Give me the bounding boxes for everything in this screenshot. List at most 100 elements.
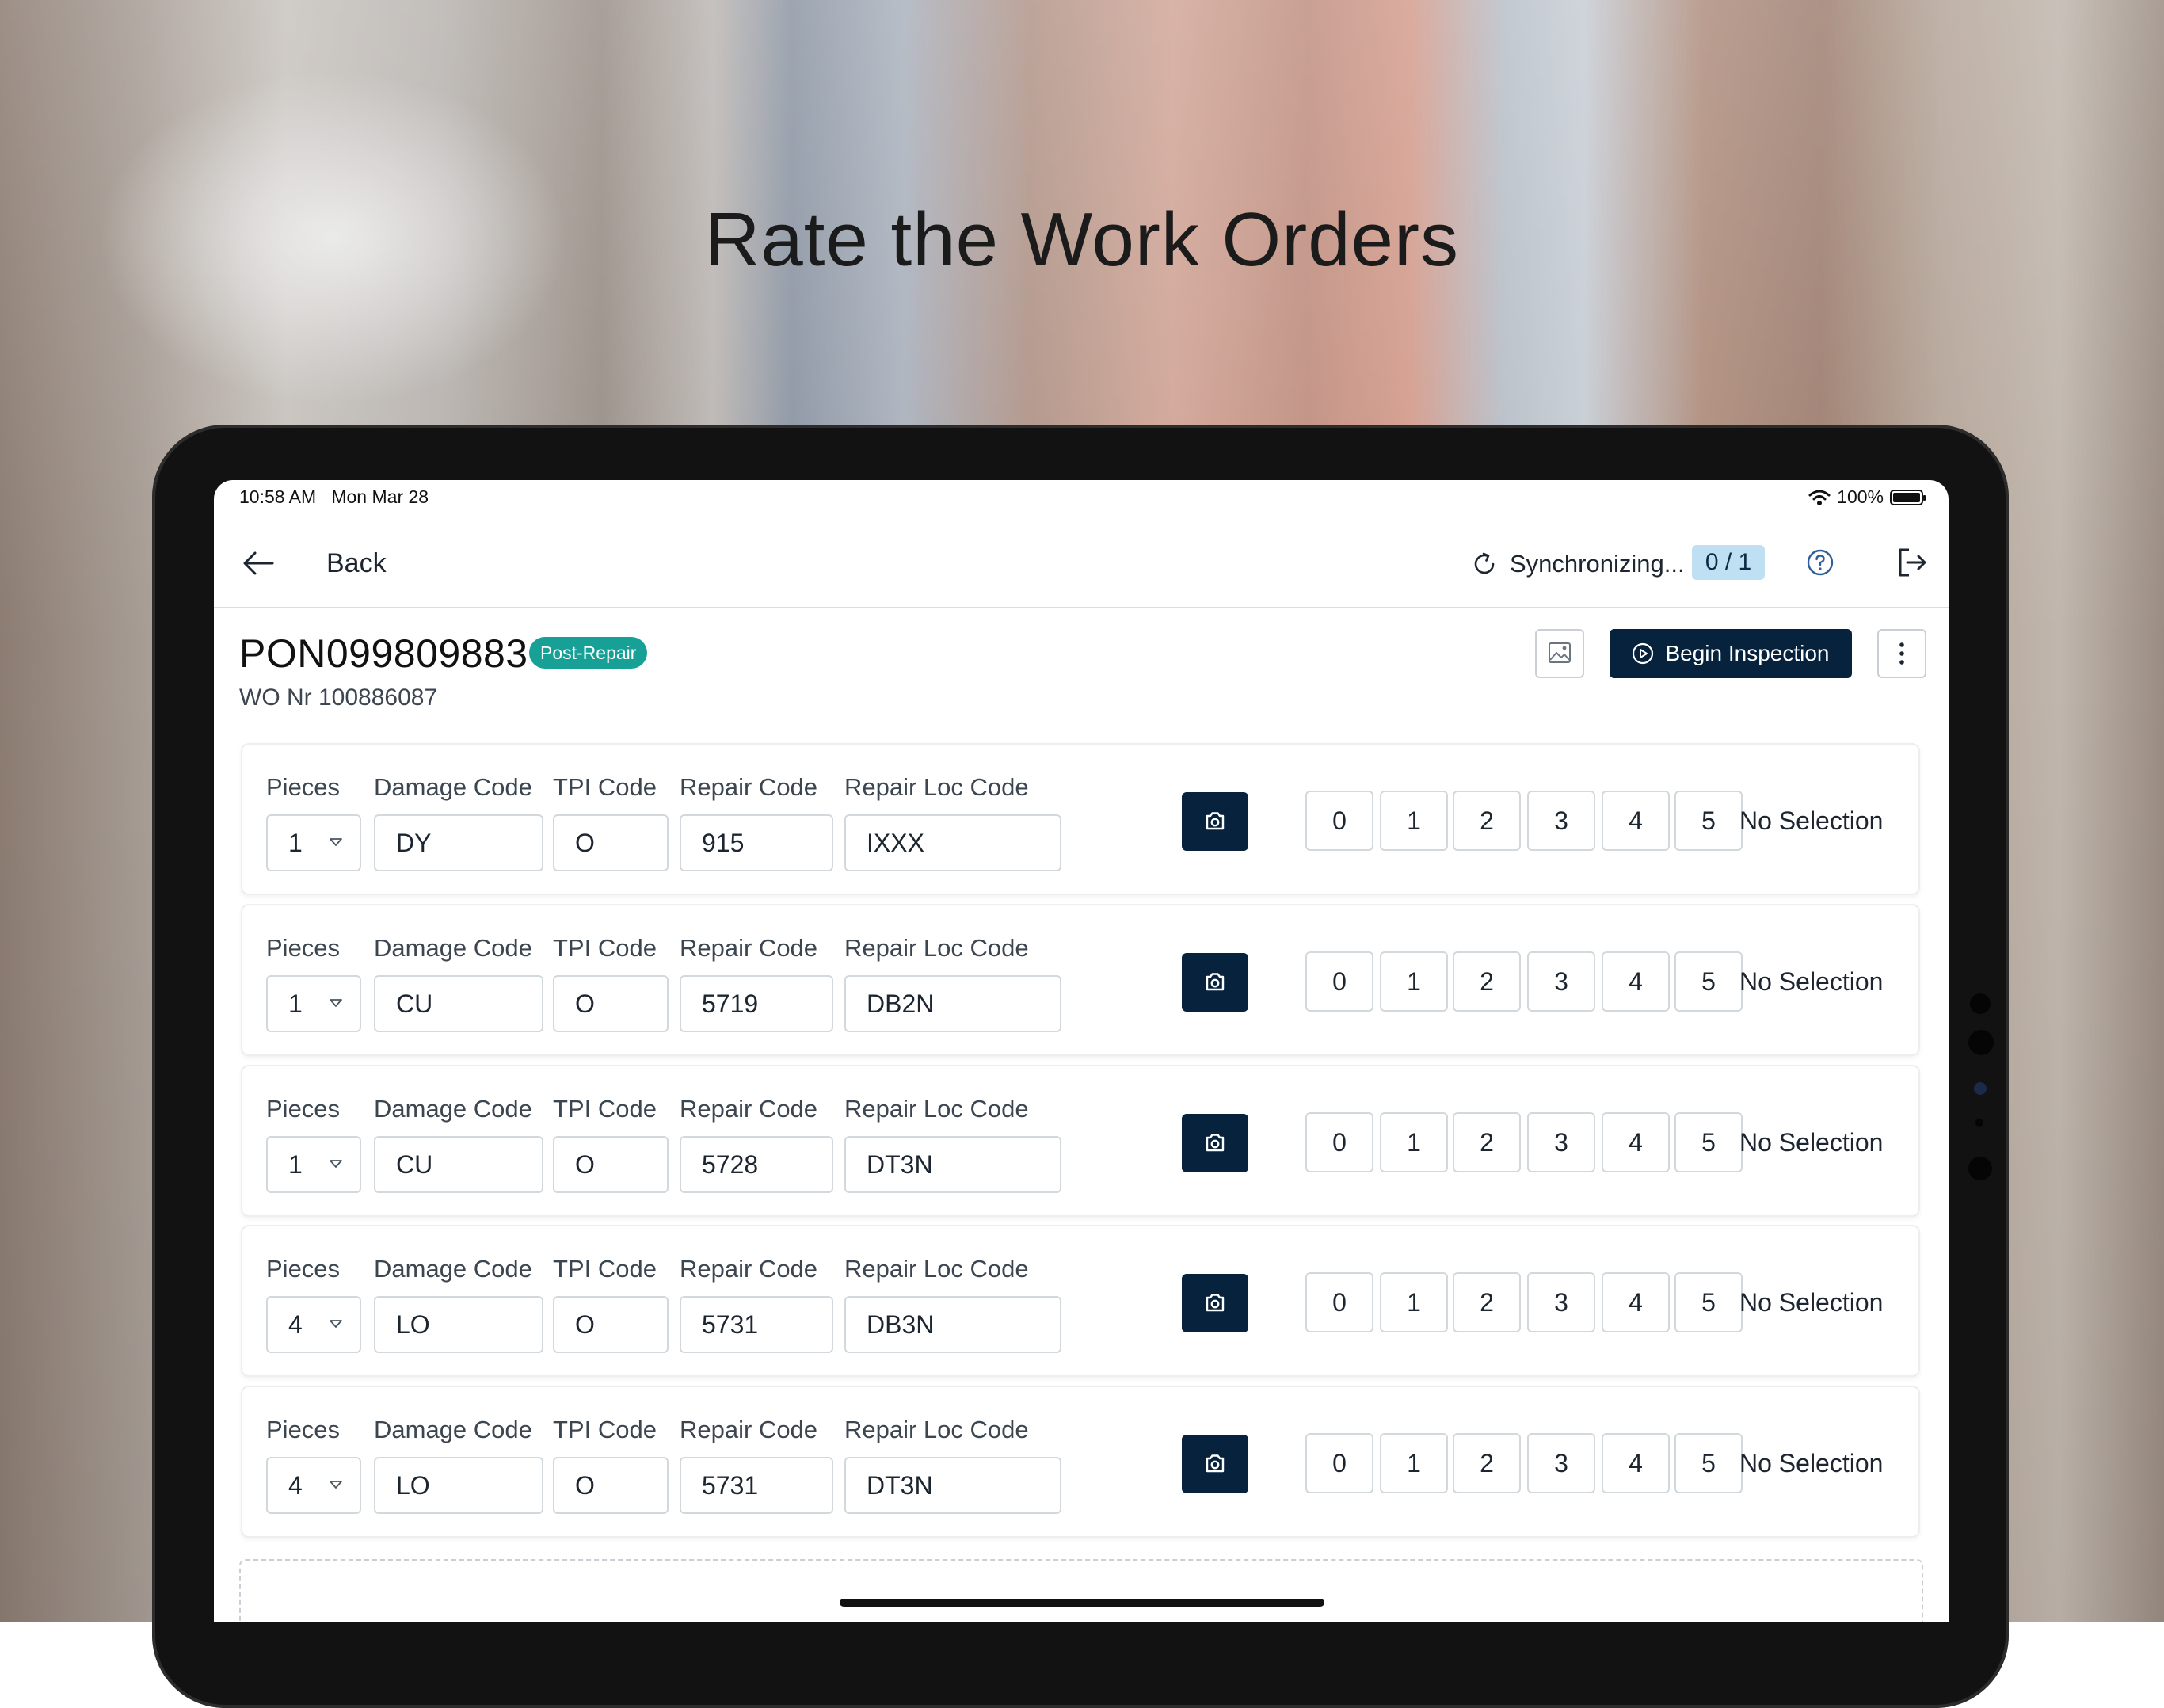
- tpi-code-label: TPI Code: [553, 934, 657, 962]
- repair-loc-code-field[interactable]: IXXX: [844, 814, 1061, 871]
- rating-option-2[interactable]: 2: [1453, 1433, 1521, 1493]
- repair-code-field[interactable]: 915: [680, 814, 833, 871]
- damage-code-field[interactable]: DY: [374, 814, 543, 871]
- damage-code-field[interactable]: CU: [374, 1136, 543, 1193]
- home-indicator[interactable]: [840, 1599, 1324, 1607]
- caret-down-icon: [330, 838, 342, 846]
- begin-inspection-button[interactable]: Begin Inspection: [1610, 629, 1852, 678]
- tpi-code-field[interactable]: O: [553, 1136, 669, 1193]
- status-date: Mon Mar 28: [331, 486, 429, 507]
- repair-loc-code-field[interactable]: DT3N: [844, 1136, 1061, 1193]
- rating-option-1[interactable]: 1: [1380, 951, 1448, 1012]
- tpi-code-label: TPI Code: [553, 1255, 657, 1283]
- damage-code-label: Damage Code: [374, 773, 532, 801]
- pieces-select[interactable]: 1: [266, 975, 361, 1032]
- rating-option-0[interactable]: 0: [1305, 1112, 1373, 1172]
- rating-option-2[interactable]: 2: [1453, 1112, 1521, 1172]
- side-sensor: [1970, 993, 1991, 1014]
- tpi-code-field[interactable]: O: [553, 1296, 669, 1353]
- repair-loc-code-field[interactable]: DT3N: [844, 1457, 1061, 1514]
- rating-option-1[interactable]: 1: [1380, 1433, 1448, 1493]
- sync-icon: [1474, 552, 1495, 574]
- repair-loc-code-label: Repair Loc Code: [844, 773, 1029, 801]
- tpi-code-field[interactable]: O: [553, 814, 669, 871]
- rating-selection-status: No Selection: [1739, 1288, 1884, 1317]
- camera-icon: [1206, 812, 1225, 830]
- rating-option-3[interactable]: 3: [1527, 1433, 1595, 1493]
- rating-option-4[interactable]: 4: [1602, 1112, 1670, 1172]
- rating-option-5[interactable]: 5: [1674, 791, 1743, 851]
- rating-selection-status: No Selection: [1739, 806, 1884, 835]
- rating-option-5[interactable]: 5: [1674, 1272, 1743, 1332]
- rating-option-2[interactable]: 2: [1453, 1272, 1521, 1332]
- damage-code-field[interactable]: LO: [374, 1457, 543, 1514]
- repair-loc-code-label: Repair Loc Code: [844, 934, 1029, 962]
- pieces-select[interactable]: 4: [266, 1296, 361, 1353]
- more-options-button[interactable]: [1877, 629, 1926, 678]
- pieces-select[interactable]: 4: [266, 1457, 361, 1514]
- caret-down-icon: [330, 1320, 342, 1328]
- camera-icon: [1206, 1454, 1225, 1473]
- repair-code-field[interactable]: 5728: [680, 1136, 833, 1193]
- back-arrow-icon[interactable]: [242, 550, 274, 577]
- camera-button[interactable]: [1182, 792, 1248, 851]
- logout-icon[interactable]: [1896, 547, 1928, 578]
- camera-button[interactable]: [1182, 953, 1248, 1012]
- play-circle-icon: [1633, 642, 1654, 665]
- rating-option-0[interactable]: 0: [1305, 791, 1373, 851]
- app-screen: 10:58 AM Mon Mar 28 100% Back Synchroniz…: [214, 480, 1949, 1622]
- rating-option-5[interactable]: 5: [1674, 951, 1743, 1012]
- rating-option-4[interactable]: 4: [1602, 1433, 1670, 1493]
- rating-option-4[interactable]: 4: [1602, 791, 1670, 851]
- add-row-area[interactable]: [239, 1559, 1923, 1622]
- camera-button[interactable]: [1182, 1274, 1248, 1332]
- rating-option-1[interactable]: 1: [1380, 1112, 1448, 1172]
- rating-option-3[interactable]: 3: [1527, 1272, 1595, 1332]
- repair-loc-code-field[interactable]: DB2N: [844, 975, 1061, 1032]
- repair-loc-code-label: Repair Loc Code: [844, 1095, 1029, 1123]
- rating-option-2[interactable]: 2: [1453, 791, 1521, 851]
- damage-code-field[interactable]: LO: [374, 1296, 543, 1353]
- marketing-headline: Rate the Work Orders: [705, 197, 1459, 282]
- damage-code-label: Damage Code: [374, 934, 532, 962]
- rating-option-5[interactable]: 5: [1674, 1112, 1743, 1172]
- rating-option-4[interactable]: 4: [1602, 1272, 1670, 1332]
- rating-option-0[interactable]: 0: [1305, 1272, 1373, 1332]
- camera-button[interactable]: [1182, 1114, 1248, 1172]
- repair-code-field[interactable]: 5731: [680, 1296, 833, 1353]
- status-badge: Post-Repair: [529, 637, 648, 669]
- repair-code-field[interactable]: 5731: [680, 1457, 833, 1514]
- rating-option-3[interactable]: 3: [1527, 791, 1595, 851]
- rating-option-0[interactable]: 0: [1305, 951, 1373, 1012]
- top-nav: Back Synchronizing... 0 / 1: [214, 521, 1949, 608]
- rating-option-3[interactable]: 3: [1527, 951, 1595, 1012]
- rating-option-4[interactable]: 4: [1602, 951, 1670, 1012]
- damage-code-field[interactable]: CU: [374, 975, 543, 1032]
- back-button[interactable]: Back: [326, 548, 387, 579]
- gallery-button[interactable]: [1535, 629, 1584, 678]
- repair-code-label: Repair Code: [680, 1416, 818, 1443]
- tpi-code-field[interactable]: O: [553, 1457, 669, 1514]
- more-vertical-icon: [1899, 642, 1904, 665]
- rating-option-2[interactable]: 2: [1453, 951, 1521, 1012]
- help-icon[interactable]: [1806, 548, 1834, 577]
- camera-icon: [1206, 973, 1225, 991]
- status-time: 10:58 AM Mon Mar 28: [239, 486, 429, 508]
- pieces-select[interactable]: 1: [266, 1136, 361, 1193]
- camera-icon: [1206, 1134, 1225, 1152]
- tpi-code-field[interactable]: O: [553, 975, 669, 1032]
- camera-button[interactable]: [1182, 1435, 1248, 1493]
- rating-selection-status: No Selection: [1739, 1449, 1884, 1477]
- pieces-select[interactable]: 1: [266, 814, 361, 871]
- rating-option-3[interactable]: 3: [1527, 1112, 1595, 1172]
- repair-loc-code-label: Repair Loc Code: [844, 1416, 1029, 1443]
- rating-selection-status: No Selection: [1739, 967, 1884, 996]
- repair-loc-code-field[interactable]: DB3N: [844, 1296, 1061, 1353]
- rating-option-1[interactable]: 1: [1380, 791, 1448, 851]
- rating-option-0[interactable]: 0: [1305, 1433, 1373, 1493]
- rating-option-5[interactable]: 5: [1674, 1433, 1743, 1493]
- repair-row: Pieces Damage Code TPI Code Repair Code …: [241, 1225, 1920, 1377]
- rating-option-1[interactable]: 1: [1380, 1272, 1448, 1332]
- repair-code-field[interactable]: 5719: [680, 975, 833, 1032]
- rating-selection-status: No Selection: [1739, 1128, 1884, 1157]
